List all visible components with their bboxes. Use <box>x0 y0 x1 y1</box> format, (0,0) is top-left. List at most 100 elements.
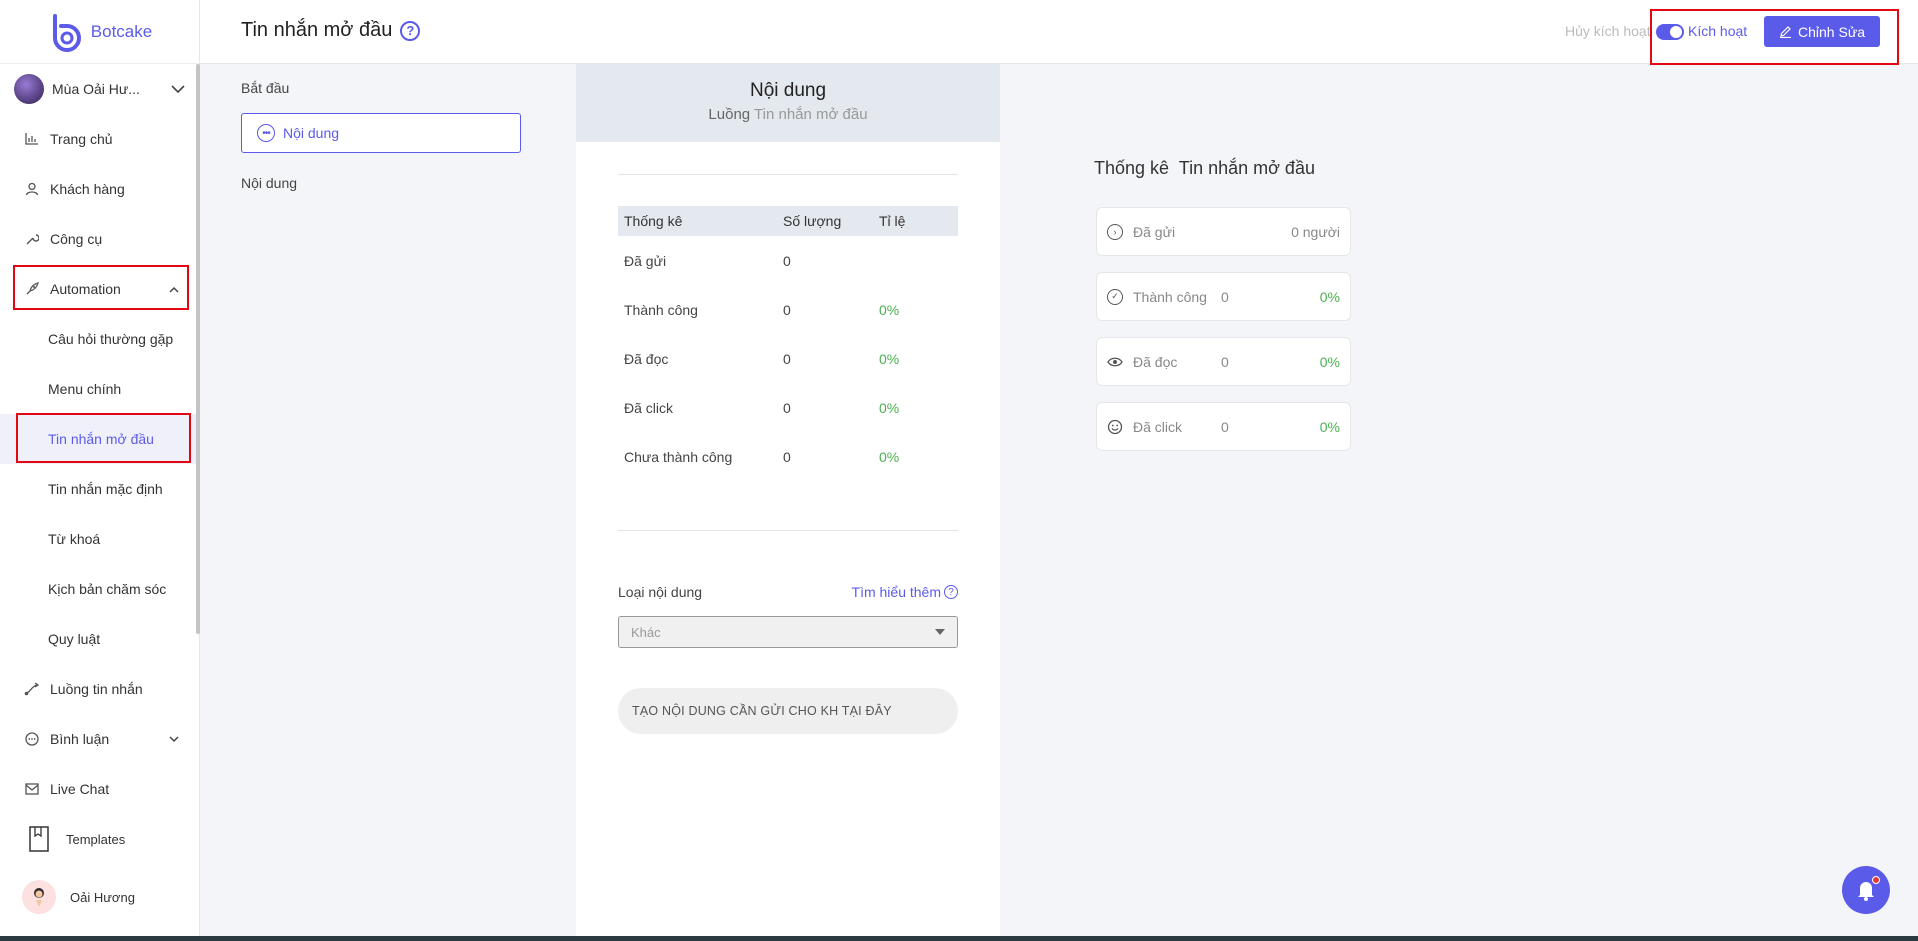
content-panel-title: Nội dung <box>749 80 827 101</box>
content-panel-header: Nội dung Luồng Tin nhắn mở đầu <box>576 64 1000 142</box>
stat-label: Đã gửi <box>1133 223 1176 240</box>
row-count: 0 <box>783 448 791 465</box>
content-panel: Nội dung Luồng Tin nhắn mở đầu Thống kê … <box>576 64 1000 941</box>
stat-card-success: ✓ Thành công 0 0% <box>1096 272 1351 321</box>
page-title-text: Tin nhắn mở đầu <box>241 19 393 41</box>
stats-title-flow: Tin nhắn mở đầu <box>1178 158 1315 178</box>
page-title: Tin nhắn mở đầu ? <box>241 19 421 42</box>
step-content-box[interactable]: ••• Nội dung <box>241 113 521 153</box>
nav-flows-label: Luồng tin nhắn <box>50 681 143 697</box>
table-row: Đã đọc 0 0% <box>618 334 958 383</box>
nav-faq[interactable]: Câu hỏi thường gặp <box>0 314 199 364</box>
activate-label[interactable]: Kích hoạt <box>1688 23 1747 39</box>
nav-main-menu[interactable]: Menu chính <box>0 364 199 414</box>
col-header: Thống kê <box>624 213 683 229</box>
help-icon: ? <box>944 585 958 599</box>
nav-automation[interactable]: Automation <box>0 264 199 314</box>
nav-flows[interactable]: Luồng tin nhắn <box>0 664 199 714</box>
chat-bubble-icon: ••• <box>257 124 275 142</box>
brand-name: Botcake <box>90 21 153 41</box>
current-user[interactable]: Oải Hương <box>22 880 135 914</box>
nav-care-script[interactable]: Kịch bản chăm sóc <box>0 564 199 614</box>
user-name: Oải Hương <box>70 889 135 905</box>
row-count: 0 <box>783 350 791 367</box>
nav-comments[interactable]: Bình luận <box>0 714 199 764</box>
brand-logo[interactable]: Botcake <box>0 0 199 64</box>
page-avatar <box>14 74 44 104</box>
page-name: Mùa Oải Hư... <box>52 81 140 97</box>
nav-welcome-message[interactable]: Tin nhắn mở đầu <box>0 414 199 464</box>
stats-table-header: Thống kê Số lượng Tỉ lệ <box>618 206 958 236</box>
chart-icon <box>24 133 40 145</box>
help-icon[interactable]: ? <box>400 20 421 41</box>
steps-panel: Bắt đầu ••• Nội dung Nội dung <box>241 80 521 191</box>
nav-comments-label: Bình luận <box>50 731 110 747</box>
row-count: 0 <box>783 399 791 416</box>
step-content-sub[interactable]: Nội dung <box>241 175 521 191</box>
nav-tools-label: Công cụ <box>50 231 103 247</box>
nav-templates-label: Templates <box>66 831 126 847</box>
sidebar: Botcake Mùa Oải Hư... Trang chủ Khách hà… <box>0 0 200 941</box>
nav-keywords[interactable]: Từ khoá <box>0 514 199 564</box>
top-bar: Tin nhắn mở đầu ? Hủy kích hoạt Kích hoạ… <box>200 0 1918 64</box>
table-row: Thành công 0 0% <box>618 285 958 334</box>
stat-card-read: Đã đọc 0 0% <box>1096 337 1351 386</box>
nav-default-message[interactable]: Tin nhắn mặc định <box>0 464 199 514</box>
nav-livechat-label: Live Chat <box>50 781 110 797</box>
row-label: Thành công <box>624 301 698 318</box>
nav-home-label: Trang chủ <box>50 131 113 147</box>
row-label: Đã đọc <box>624 350 669 367</box>
row-rate: 0% <box>879 350 900 367</box>
nav-home[interactable]: Trang chủ <box>0 114 199 164</box>
user-avatar <box>22 880 56 914</box>
stat-percent: 0% <box>1319 418 1340 435</box>
sidebar-scrollbar[interactable] <box>196 64 200 634</box>
nav-tools[interactable]: Công cụ <box>0 214 199 264</box>
deactivate-label[interactable]: Hủy kích hoạt <box>1565 23 1651 39</box>
subtitle-flow: Tin nhắn mở đầu <box>754 106 868 123</box>
stat-value: 0 người <box>1291 223 1340 240</box>
create-content-button[interactable]: TẠO NỘI DUNG CẦN GỬI CHO KH TẠI ĐÂY <box>618 688 958 734</box>
bookmark-icon <box>28 826 50 852</box>
nav-customers[interactable]: Khách hàng <box>0 164 199 214</box>
stat-card-sent: › Đã gửi 0 người <box>1096 207 1351 256</box>
stat-value: 0 <box>1221 353 1229 370</box>
comment-icon <box>24 732 40 746</box>
learn-more-link[interactable]: Tìm hiểu thêm ? <box>852 584 958 600</box>
nav-livechat[interactable]: Live Chat <box>0 764 199 814</box>
stats-title-prefix: Thống kê <box>1094 158 1170 178</box>
notification-button[interactable] <box>1842 866 1890 914</box>
smile-icon <box>1107 419 1123 435</box>
notification-dot <box>1872 876 1880 884</box>
page-selector[interactable]: Mùa Oải Hư... <box>0 64 199 114</box>
content-panel-subtitle: Luồng Tin nhắn mở đầu <box>576 106 1000 123</box>
nav-templates[interactable]: Templates <box>0 814 199 864</box>
row-label: Đã gửi <box>624 252 667 269</box>
table-row: Đã click 0 0% <box>618 383 958 432</box>
send-icon: › <box>1107 223 1123 240</box>
activate-toggle[interactable] <box>1656 24 1684 40</box>
mail-icon <box>24 783 40 795</box>
chevron-down-icon <box>171 85 185 94</box>
stat-value: 0 <box>1221 288 1229 305</box>
stat-card-click: Đã click 0 0% <box>1096 402 1351 451</box>
content-type-select[interactable]: Khác <box>618 616 958 648</box>
botcake-logo-icon <box>52 13 81 52</box>
learn-more-label: Tìm hiểu thêm <box>851 584 941 600</box>
content-type-value: Khác <box>631 624 661 640</box>
stats-title: Thống kê Tin nhắn mở đầu <box>1094 158 1315 179</box>
table-row: Chưa thành công 0 0% <box>618 432 958 481</box>
content-type-label: Loại nội dung <box>618 584 703 600</box>
flow-icon <box>24 682 40 696</box>
col-header: Số lượng <box>783 213 842 229</box>
edit-button[interactable]: Chỉnh Sửa <box>1764 16 1880 47</box>
content-type-row: Loại nội dung Tìm hiểu thêm ? <box>618 584 958 600</box>
nav-automation-label: Automation <box>50 281 121 297</box>
nav-rules[interactable]: Quy luật <box>0 614 199 664</box>
stats-table: Thống kê Số lượng Tỉ lệ Đã gửi 0 Thành c… <box>618 206 958 481</box>
nav-customers-label: Khách hàng <box>50 181 125 197</box>
stat-label: Thành công <box>1133 288 1207 305</box>
stat-label: Đã đọc <box>1133 353 1178 370</box>
row-rate: 0% <box>879 399 900 416</box>
row-rate: 0% <box>879 301 900 318</box>
